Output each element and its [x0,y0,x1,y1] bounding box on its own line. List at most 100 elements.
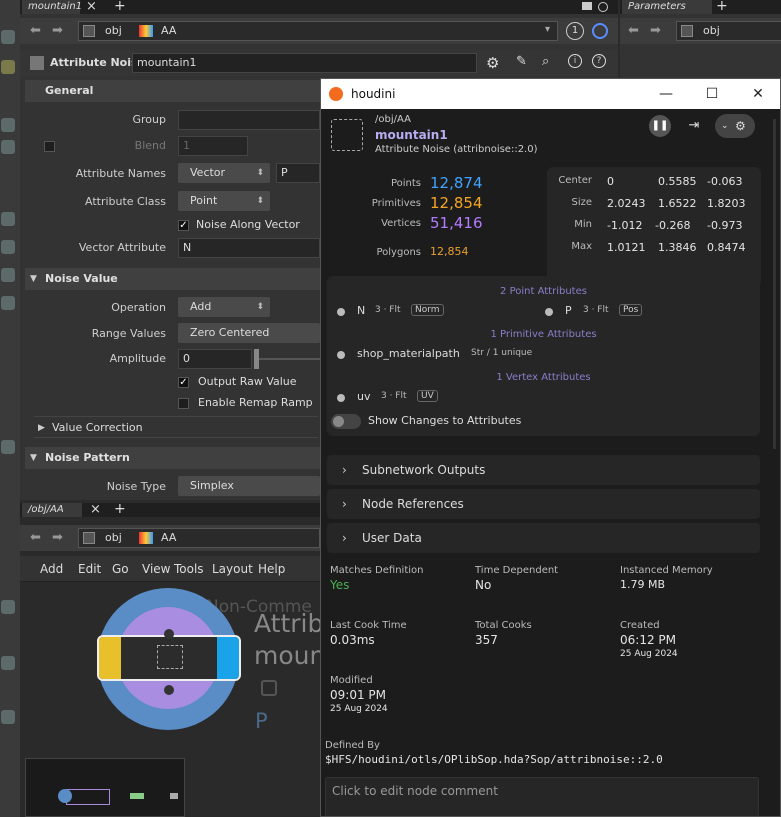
help-icon[interactable]: ? [592,54,606,68]
breadcrumb-obj[interactable]: obj [105,531,122,544]
menu-add[interactable]: Add [40,562,63,576]
breadcrumb-obj[interactable]: obj [703,24,720,37]
add-tab-icon[interactable]: + [114,501,126,517]
path-field[interactable]: obj AA ▾ [78,21,558,41]
center-x: 0 [607,175,614,188]
gear-icon[interactable]: ⚙ [486,54,499,72]
user-data-section[interactable]: › User Data [327,523,760,553]
enable-remap-ramp-checkbox[interactable] [178,398,189,409]
tab-parameters[interactable]: Parameters [622,0,712,14]
add-tab-icon[interactable]: + [716,0,728,14]
tool-icon[interactable] [1,296,15,310]
min-z: -0.973 [707,219,743,232]
noise-type-dropdown[interactable]: Simplex [178,476,320,496]
value-correction-folder[interactable]: ▶ Value Correction [34,416,318,438]
forward-arrow-icon[interactable]: ➡ [52,23,63,38]
range-values-dropdown[interactable]: Zero Centered [178,323,320,343]
network-minimap[interactable] [25,758,185,817]
menu-tools[interactable]: Tools [174,562,204,576]
info-icon[interactable]: i [568,54,582,68]
menu-go[interactable]: Go [112,562,129,576]
tool-icon[interactable] [1,60,15,74]
node-name[interactable]: mountain1 [375,128,448,142]
bypass-flag[interactable] [99,637,121,679]
pause-icon[interactable]: ❚❚ [649,115,671,137]
vertex-attributes-title: 1 Vertex Attributes [496,372,591,383]
gear-icon: ⚙ [735,119,746,133]
node-comment-field[interactable]: Click to edit node comment [325,777,759,816]
tool-icon[interactable] [1,268,15,282]
brush-icon[interactable]: ✎ [516,54,527,69]
close-icon[interactable]: × [86,0,97,14]
amplitude-slider-handle[interactable] [254,349,259,369]
group-field[interactable] [178,110,320,130]
tool-icon[interactable] [1,118,15,132]
scrollbar[interactable] [773,119,776,449]
node-name-field[interactable]: mountain1 [132,53,477,73]
noise-along-vector-checkbox[interactable]: ✓ [178,220,189,231]
min-x: -1.012 [607,219,643,232]
tool-icon[interactable] [1,140,15,154]
tool-icon[interactable] [1,440,15,454]
blend-checkbox[interactable] [44,141,55,152]
tool-icon[interactable] [1,710,15,724]
attribute-names-type-dropdown[interactable]: Vector ⬍ [178,163,270,183]
matches-definition-label: Matches Definition [330,565,424,576]
menu-layout[interactable]: Layout [212,562,253,576]
operation-dropdown[interactable]: Add ⬍ [178,297,270,317]
attribute-badge: Norm [411,304,444,316]
attribnoise-node[interactable] [97,635,241,681]
pin-number-icon[interactable]: 1 [566,22,584,40]
back-arrow-icon[interactable]: ⬅ [628,23,639,38]
link-icon[interactable] [592,23,608,39]
forward-arrow-icon[interactable]: ➡ [52,530,63,545]
tab-mountain1[interactable]: mountain1 [22,0,82,14]
back-arrow-icon[interactable]: ⬅ [30,530,41,545]
breadcrumb-node[interactable]: AA [161,24,176,37]
pane-tab-bar: /obj/AA × + [20,501,320,517]
search-icon[interactable]: ⌕ [542,54,549,69]
forward-arrow-icon[interactable]: ➡ [650,23,661,38]
amplitude-slider-track[interactable] [254,358,320,360]
amplitude-field[interactable]: 0 [178,349,252,369]
tool-icon[interactable] [1,600,15,614]
output-raw-value-checkbox[interactable]: ✓ [178,377,189,388]
subnetwork-outputs-section[interactable]: › Subnetwork Outputs [327,455,760,485]
blend-field[interactable]: 1 [178,136,248,156]
breadcrumb-node[interactable]: AA [161,531,176,544]
menu-edit[interactable]: Edit [78,562,101,576]
back-arrow-icon[interactable]: ⬅ [30,23,41,38]
maximize-icon[interactable] [582,2,592,10]
tab-obj-aa[interactable]: /obj/AA [22,503,82,517]
add-tab-icon[interactable]: + [114,0,126,14]
minimize-button[interactable]: — [655,83,677,105]
pin-icon[interactable]: ⇥ [683,115,705,137]
tool-icon[interactable] [1,656,15,670]
tool-icon[interactable] [1,30,15,44]
output-connector[interactable] [164,685,174,695]
tool-icon[interactable] [1,212,15,226]
options-menu-button[interactable]: ⌄ ⚙ [715,114,755,138]
close-button[interactable]: ✕ [747,83,769,105]
attribute-names-field[interactable]: P [276,163,320,183]
operation-label: Operation [111,301,166,314]
tool-icon[interactable] [1,240,15,254]
maximize-button[interactable]: ☐ [701,83,723,105]
breadcrumb-obj[interactable]: obj [105,24,122,37]
attribute-class-dropdown[interactable]: Point ⬍ [178,191,270,211]
menu-view[interactable]: View [142,562,170,576]
display-flag[interactable] [217,637,239,679]
path-field[interactable]: obj [676,21,781,41]
show-changes-toggle[interactable] [331,414,361,429]
input-connector[interactable] [164,629,174,639]
vector-attribute-field[interactable]: N [178,238,320,258]
lock-icon[interactable] [261,680,277,696]
defined-by-path[interactable]: $HFS/houdini/otls/OPlibSop.hda?Sop/attri… [325,753,663,766]
path-field[interactable]: obj AA [78,528,320,548]
close-icon[interactable]: × [90,502,101,517]
pane-options-icon[interactable] [598,2,608,12]
node-references-section[interactable]: › Node References [327,489,760,519]
minimap-viewport[interactable] [66,789,110,805]
menu-help[interactable]: Help [258,562,285,576]
chevron-down-icon[interactable]: ▾ [545,24,550,35]
